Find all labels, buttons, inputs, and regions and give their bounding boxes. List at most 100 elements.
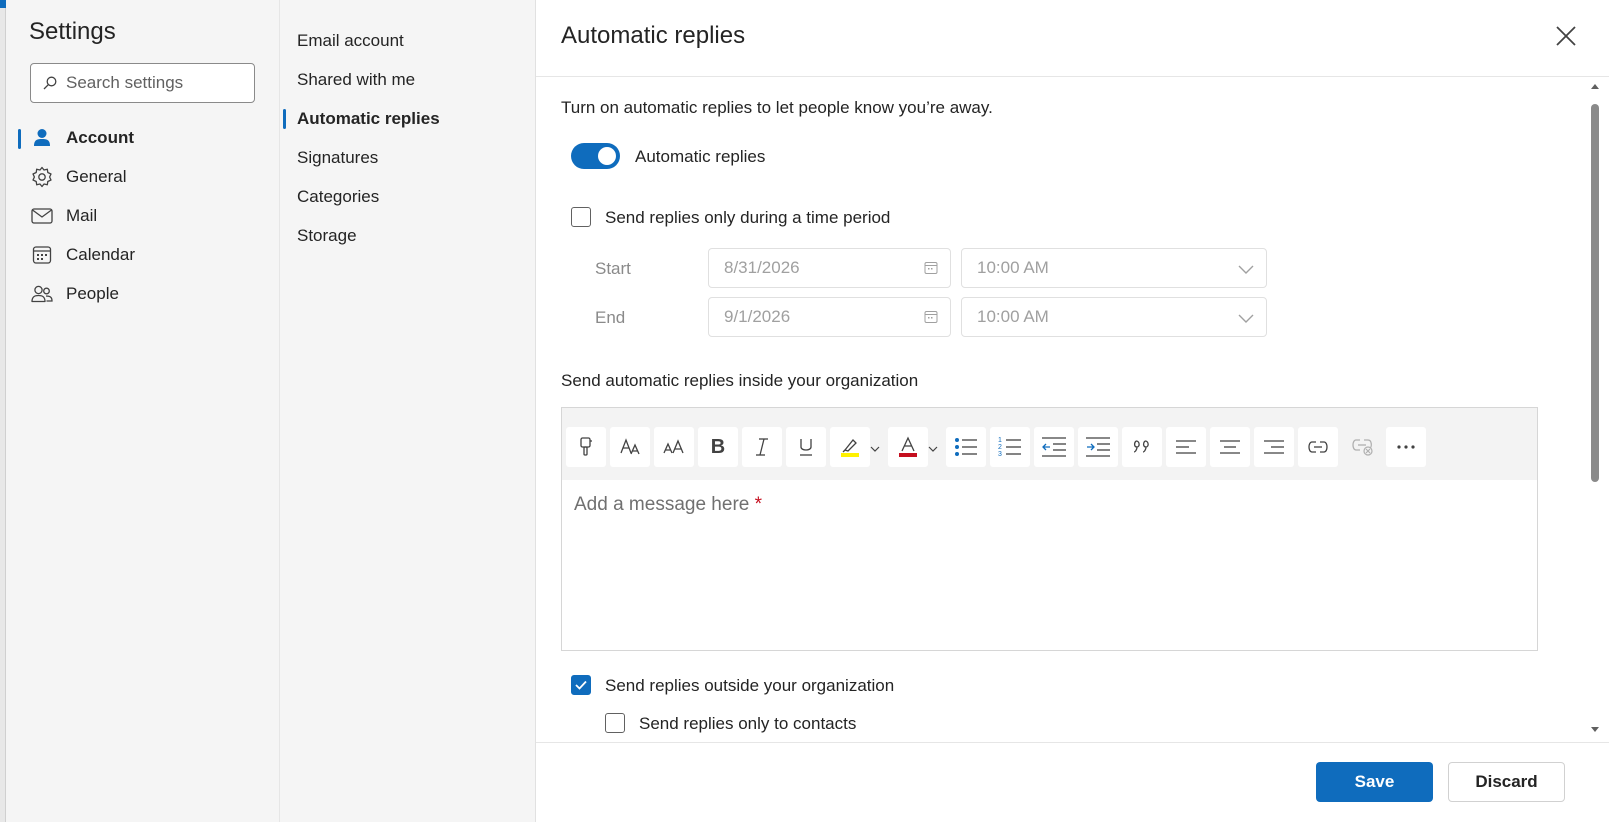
start-label: Start [595,259,631,278]
settings-nav-pane: Settings Search settings Account General [6,0,280,822]
font-size-icon [663,439,684,454]
chevron-down-icon [928,446,938,452]
inside-org-label: Send automatic replies inside your organ… [561,371,919,390]
app-root: Settings Search settings Account General [0,0,1609,822]
contacts-only-checkbox[interactable] [605,713,625,733]
more-icon [1397,445,1415,449]
close-button[interactable] [1550,20,1582,52]
description-text: Turn on automatic replies to let people … [561,98,993,117]
page-title: Automatic replies [561,22,746,49]
person-icon [30,126,54,150]
automatic-replies-panel: Automatic replies Turn on automatic repl… [536,0,1609,822]
end-date-value: 9/1/2026 [724,307,791,326]
align-right-button[interactable] [1254,427,1294,467]
underline-icon [800,439,812,456]
footer-divider [536,742,1609,743]
formatting-toolbar: B 1 2 3 [562,408,1537,480]
content-scrollbar[interactable] [1588,80,1602,736]
highlight-button[interactable] [830,427,870,467]
decrease-indent-icon [1042,437,1066,457]
chevron-down-icon [1238,265,1254,274]
font-size-button[interactable] [654,427,694,467]
italic-button[interactable] [742,427,782,467]
calendar-icon [30,243,54,267]
nav-item-general[interactable]: General [18,159,268,195]
nav-item-account[interactable]: Account [18,120,268,156]
subnav-item-signatures[interactable]: Signatures [297,142,378,174]
outside-org-label: Send replies outside your organization [605,676,895,695]
svg-text:2: 2 [998,444,1002,451]
end-time-dropdown[interactable]: 10:00 AM [961,297,1267,337]
nav-item-label: Calendar [66,245,135,264]
scroll-up-arrow-icon[interactable] [1591,84,1599,89]
inside-org-message-editor: B 1 2 3 Add a message here * [561,407,1538,651]
numbering-button[interactable]: 123 [990,427,1030,467]
nav-item-label: Account [66,128,134,147]
quote-button[interactable] [1122,427,1162,467]
subnav-item-categories[interactable]: Categories [297,181,379,213]
nav-item-label: People [66,284,119,303]
checkmark-icon [575,680,587,690]
nav-item-calendar[interactable]: Calendar [18,237,268,273]
svg-text:1: 1 [998,437,1002,444]
increase-indent-icon [1086,437,1110,457]
font-color-button[interactable] [888,427,928,467]
font-color-dropdown[interactable] [928,444,938,454]
font-color-icon [899,436,917,457]
font-button[interactable] [610,427,650,467]
settings-title: Settings [29,18,116,45]
subnav-item-email-account[interactable]: Email account [297,25,404,57]
bullets-button[interactable] [946,427,986,467]
start-date-field[interactable]: 8/31/2026 [708,248,951,288]
start-date-value: 8/31/2026 [724,258,800,277]
remove-link-icon [1352,439,1373,456]
close-icon [1556,26,1576,46]
increase-indent-button[interactable] [1078,427,1118,467]
remove-link-button[interactable] [1342,427,1382,467]
settings-content-scroll: Turn on automatic replies to let people … [536,77,1586,742]
decrease-indent-button[interactable] [1034,427,1074,467]
automatic-replies-toggle[interactable] [571,143,620,169]
account-subnav-pane: Email account Shared with me Automatic r… [280,0,536,822]
end-time-value: 10:00 AM [977,307,1049,326]
format-painter-button[interactable] [566,427,606,467]
subnav-item-storage[interactable]: Storage [297,220,357,252]
align-center-button[interactable] [1210,427,1250,467]
start-time-dropdown[interactable]: 10:00 AM [961,248,1267,288]
align-right-icon [1264,440,1284,454]
bold-button[interactable]: B [698,427,738,467]
discard-button[interactable]: Discard [1448,762,1565,802]
insert-link-button[interactable] [1298,427,1338,467]
bold-icon: B [710,435,726,458]
nav-item-mail[interactable]: Mail [18,198,268,234]
align-left-button[interactable] [1166,427,1206,467]
quote-icon [1133,440,1149,453]
subnav-item-automatic-replies[interactable]: Automatic replies [283,103,440,135]
time-period-checkbox[interactable] [571,207,591,227]
subnav-item-shared-with-me[interactable]: Shared with me [297,64,415,96]
chevron-down-icon [1238,314,1254,323]
message-placeholder: Add a message here [574,494,750,515]
save-button[interactable]: Save [1316,762,1433,802]
scrollbar-thumb[interactable] [1591,104,1599,482]
underline-button[interactable] [786,427,826,467]
italic-icon [756,438,768,456]
nav-item-people[interactable]: People [18,276,268,312]
search-icon [43,76,57,90]
scroll-down-arrow-icon[interactable] [1591,727,1599,732]
people-icon [30,282,54,306]
required-marker: * [754,494,763,515]
gear-icon [30,165,54,189]
message-body-input[interactable]: Add a message here * [574,494,762,516]
outside-org-checkbox[interactable] [571,675,591,695]
font-icon [620,438,640,455]
search-placeholder: Search settings [66,73,184,92]
more-options-button[interactable] [1386,427,1426,467]
settings-dialog: Settings Search settings Account General [6,0,1609,822]
search-settings-input[interactable]: Search settings [30,63,255,103]
link-icon [1308,441,1328,453]
nav-item-label: General [66,167,127,186]
end-date-field[interactable]: 9/1/2026 [708,297,951,337]
svg-text:3: 3 [998,451,1002,458]
highlight-dropdown[interactable] [870,444,880,454]
